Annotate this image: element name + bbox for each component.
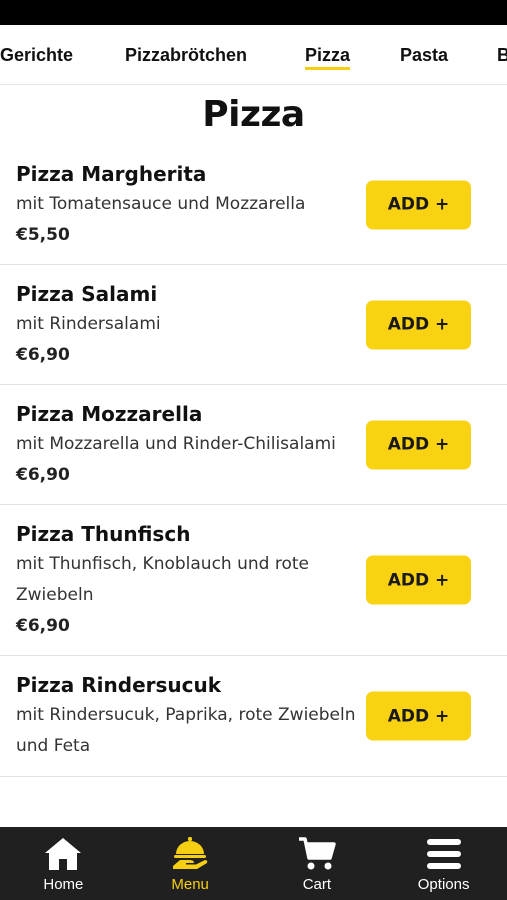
- item-name: Pizza Rindersucuk: [16, 673, 222, 697]
- menu-item: Pizza Margherita mit Tomatensauce und Mo…: [0, 145, 507, 265]
- item-description: mit Rindersucuk, Paprika, rote Zwiebeln …: [16, 705, 356, 756]
- nav-menu[interactable]: Menu: [127, 827, 254, 900]
- item-name: Pizza Margherita: [16, 162, 207, 186]
- tab-partial[interactable]: B: [497, 44, 507, 66]
- menu-item: Pizza Rindersucuk mit Rindersucuk, Papri…: [0, 656, 507, 777]
- tab-pizzabroetchen[interactable]: Pizzabrötchen: [125, 44, 247, 66]
- hamburger-menu-icon: [426, 839, 461, 869]
- cart-icon: [298, 837, 336, 870]
- item-price: €6,90: [16, 465, 70, 485]
- add-button[interactable]: ADD +: [366, 691, 471, 741]
- item-name: Pizza Mozzarella: [16, 402, 203, 426]
- status-bar: [0, 0, 507, 25]
- add-button[interactable]: ADD +: [366, 300, 471, 349]
- item-description: mit Tomatensauce und Mozzarella: [16, 194, 306, 214]
- item-name: Pizza Thunfisch: [16, 522, 191, 546]
- nav-options-label: Options: [417, 876, 470, 893]
- add-button[interactable]: ADD +: [366, 555, 471, 605]
- home-icon: [45, 838, 82, 870]
- add-button[interactable]: ADD +: [366, 420, 471, 469]
- item-description: mit Rindersalami: [16, 314, 161, 334]
- tab-gerichte[interactable]: Gerichte: [0, 44, 73, 66]
- nav-options[interactable]: Options: [380, 827, 507, 900]
- nav-home-label: Home: [43, 876, 84, 893]
- menu-item: Pizza Salami mit Rindersalami €6,90 ADD …: [0, 265, 507, 385]
- section-title: Pizza: [202, 94, 305, 135]
- nav-menu-label: Menu: [171, 876, 209, 893]
- item-price: €5,50: [16, 225, 70, 245]
- tab-pasta[interactable]: Pasta: [400, 44, 448, 66]
- item-description: mit Thunfisch, Knoblauch und rote Zwiebe…: [16, 554, 309, 605]
- bottom-nav: Home Menu Cart Options: [0, 827, 507, 900]
- nav-cart[interactable]: Cart: [254, 827, 381, 900]
- item-description: mit Mozzarella und Rinder-Chilisalami: [16, 434, 336, 454]
- item-name: Pizza Salami: [16, 282, 158, 306]
- serving-hand-icon: [173, 837, 208, 869]
- item-price: €6,90: [16, 345, 70, 365]
- nav-home[interactable]: Home: [0, 827, 127, 900]
- menu-item: Pizza Thunfisch mit Thunfisch, Knoblauch…: [0, 505, 507, 656]
- menu-content: Pizza Pizza Margherita mit Tomatensauce …: [0, 86, 507, 827]
- nav-cart-label: Cart: [302, 876, 332, 893]
- tab-pizza[interactable]: Pizza: [305, 44, 351, 70]
- menu-item: Pizza Mozzarella mit Mozzarella und Rind…: [0, 385, 507, 505]
- category-tabs: Gerichte Pizzabrötchen Pizza Pasta B: [0, 25, 507, 85]
- add-button[interactable]: ADD +: [366, 180, 471, 229]
- item-price: €6,90: [16, 616, 70, 636]
